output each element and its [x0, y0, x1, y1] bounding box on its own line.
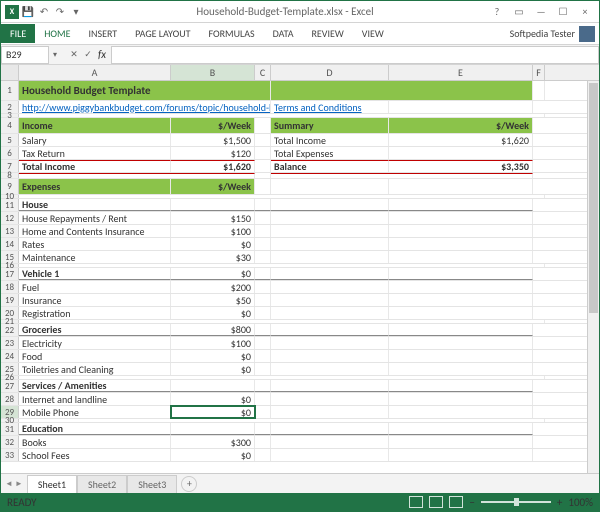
tab-page-layout[interactable]: PAGE LAYOUT [126, 24, 199, 43]
page-break-view-icon[interactable] [449, 496, 463, 508]
title-bar: X 💾 ↶ ↷ ▾ Household-Budget-Template.xlsx… [1, 1, 599, 23]
column-headers: A B C D E F [1, 65, 599, 81]
vertical-scrollbar[interactable] [587, 81, 599, 473]
zoom-slider[interactable] [481, 501, 551, 503]
col-header-c[interactable]: C [255, 65, 271, 80]
account-name[interactable]: Softpedia Tester [510, 27, 575, 40]
add-sheet-button[interactable]: + [181, 476, 197, 492]
tab-data[interactable]: DATA [264, 24, 303, 43]
excel-icon[interactable]: X [5, 5, 19, 19]
zoom-out-icon[interactable]: − [469, 496, 474, 509]
sheet-nav-next-icon[interactable]: ► [15, 479, 23, 489]
status-text: READY [7, 496, 37, 509]
ribbon-toggle-button[interactable]: ▭ [509, 3, 529, 21]
fx-icon[interactable]: fx [95, 48, 109, 61]
zoom-level[interactable]: 100% [568, 496, 593, 509]
tab-insert[interactable]: INSERT [80, 24, 127, 43]
save-icon[interactable]: 💾 [21, 5, 35, 19]
cancel-formula-icon[interactable]: ✕ [67, 49, 81, 60]
sheet-tab-1[interactable]: Sheet1 [27, 475, 77, 493]
page-title[interactable]: Household Budget Template [19, 81, 271, 100]
minimize-button[interactable]: — [531, 3, 551, 21]
formula-input[interactable] [111, 46, 599, 64]
help-button[interactable]: ? [487, 3, 507, 21]
worksheet-grid[interactable]: 1Household Budget Template 2http://www.p… [1, 81, 599, 473]
active-cell[interactable]: $0 [171, 406, 255, 418]
enter-formula-icon[interactable]: ✓ [81, 49, 95, 60]
col-header-e[interactable]: E [389, 65, 533, 80]
undo-icon[interactable]: ↶ [37, 5, 51, 19]
name-box[interactable]: B29 [1, 46, 49, 64]
col-header-b[interactable]: B [171, 65, 255, 80]
sheet-nav-prev-icon[interactable]: ◄ [5, 479, 13, 489]
col-header-d[interactable]: D [271, 65, 389, 80]
select-all-corner[interactable] [1, 65, 19, 80]
normal-view-icon[interactable] [409, 496, 423, 508]
formula-bar: B29 ▾ ✕ ✓ fx [1, 45, 599, 65]
maximize-button[interactable]: ☐ [553, 3, 573, 21]
terms-link[interactable]: Terms and Conditions [271, 101, 389, 113]
window-controls: ? ▭ — ☐ × [487, 3, 595, 21]
status-bar: READY − + 100% [1, 493, 599, 511]
zoom-in-icon[interactable]: + [557, 496, 562, 509]
template-link[interactable]: http://www.piggybankbudget.com/forums/to… [19, 101, 271, 113]
redo-icon[interactable]: ↷ [53, 5, 67, 19]
window-title: Household-Budget-Template.xlsx - Excel [83, 5, 487, 18]
page-layout-view-icon[interactable] [429, 496, 443, 508]
sheet-tab-bar: ◄ ► Sheet1 Sheet2 Sheet3 + [1, 473, 599, 493]
close-button[interactable]: × [575, 3, 595, 21]
sheet-tab-2[interactable]: Sheet2 [77, 475, 127, 493]
qat-dropdown-icon[interactable]: ▾ [69, 5, 83, 19]
tab-review[interactable]: REVIEW [302, 24, 352, 43]
ribbon-tabs: FILE HOME INSERT PAGE LAYOUT FORMULAS DA… [1, 23, 599, 45]
col-header-f[interactable]: F [533, 65, 545, 80]
avatar[interactable] [579, 26, 595, 42]
tab-home[interactable]: HOME [35, 24, 79, 43]
name-box-dropdown-icon[interactable]: ▾ [49, 50, 61, 60]
col-header-a[interactable]: A [19, 65, 171, 80]
quick-access-toolbar: X 💾 ↶ ↷ ▾ [5, 5, 83, 19]
tab-view[interactable]: VIEW [353, 24, 393, 43]
sheet-tab-3[interactable]: Sheet3 [127, 475, 177, 493]
tab-file[interactable]: FILE [1, 24, 35, 43]
tab-formulas[interactable]: FORMULAS [199, 24, 263, 43]
